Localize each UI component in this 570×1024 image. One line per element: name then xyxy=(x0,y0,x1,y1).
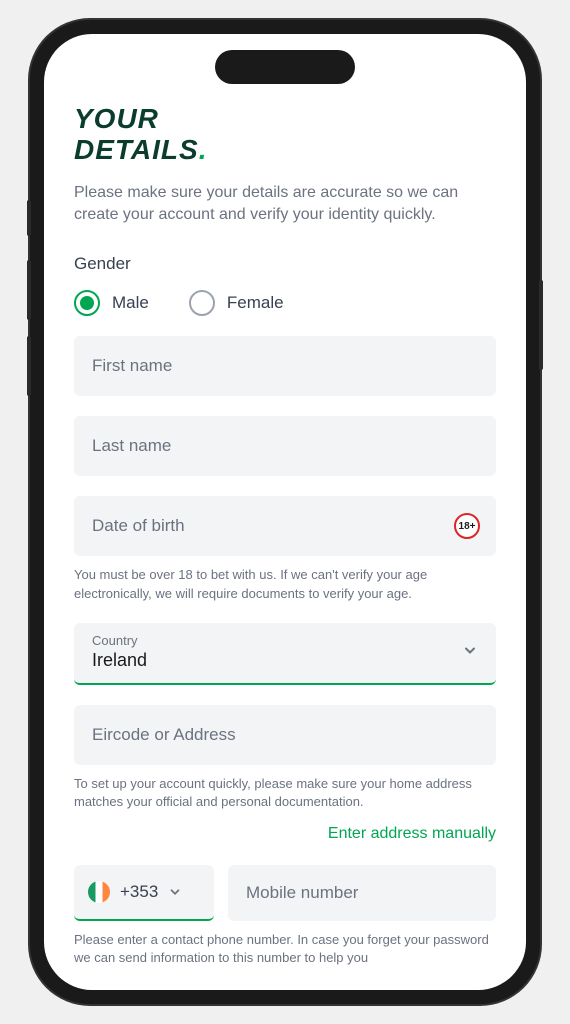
power-button xyxy=(539,280,543,370)
gender-radio-group: Male Female xyxy=(74,290,496,316)
ireland-flag-icon xyxy=(88,881,110,903)
dob-helper-text: You must be over 18 to bet with us. If w… xyxy=(74,566,496,602)
phone-code-value: +353 xyxy=(120,882,158,902)
enter-address-manually-link[interactable]: Enter address manually xyxy=(74,825,496,843)
address-field[interactable] xyxy=(74,705,496,765)
page-subtitle: Please make sure your details are accura… xyxy=(74,182,496,227)
phone-code-select[interactable]: +353 xyxy=(74,865,214,921)
title-dot: . xyxy=(199,134,208,165)
address-helper-text: To set up your account quickly, please m… xyxy=(74,775,496,811)
phone-row: +353 xyxy=(74,865,496,921)
title-line2: DETAILS xyxy=(74,134,199,165)
radio-circle-icon xyxy=(189,290,215,316)
volume-button xyxy=(27,200,31,236)
phone-frame: YOUR DETAILS. Please make sure your deta… xyxy=(30,20,540,1004)
age-badge-icon: 18+ xyxy=(454,513,480,539)
radio-dot-icon xyxy=(80,296,94,310)
volume-button xyxy=(27,260,31,320)
radio-label: Female xyxy=(227,293,284,313)
chevron-down-icon xyxy=(168,885,182,899)
page-title: YOUR DETAILS. xyxy=(74,104,496,166)
title-line1: YOUR xyxy=(74,103,159,134)
mobile-number-field[interactable] xyxy=(228,865,496,921)
first-name-field[interactable] xyxy=(74,336,496,396)
country-value: Ireland xyxy=(92,650,478,671)
phone-helper-text: Please enter a contact phone number. In … xyxy=(74,931,496,967)
dob-field[interactable] xyxy=(74,496,496,556)
form-content: YOUR DETAILS. Please make sure your deta… xyxy=(44,34,526,990)
country-select[interactable]: Country Ireland xyxy=(74,623,496,685)
notch xyxy=(215,50,355,84)
gender-label: Gender xyxy=(74,254,496,274)
radio-label: Male xyxy=(112,293,149,313)
radio-circle-icon xyxy=(74,290,100,316)
gender-option-male[interactable]: Male xyxy=(74,290,149,316)
volume-button xyxy=(27,336,31,396)
country-label: Country xyxy=(92,633,478,648)
dob-wrapper: 18+ xyxy=(74,496,496,556)
last-name-field[interactable] xyxy=(74,416,496,476)
chevron-down-icon xyxy=(462,642,478,663)
phone-screen: YOUR DETAILS. Please make sure your deta… xyxy=(44,34,526,990)
gender-option-female[interactable]: Female xyxy=(189,290,284,316)
